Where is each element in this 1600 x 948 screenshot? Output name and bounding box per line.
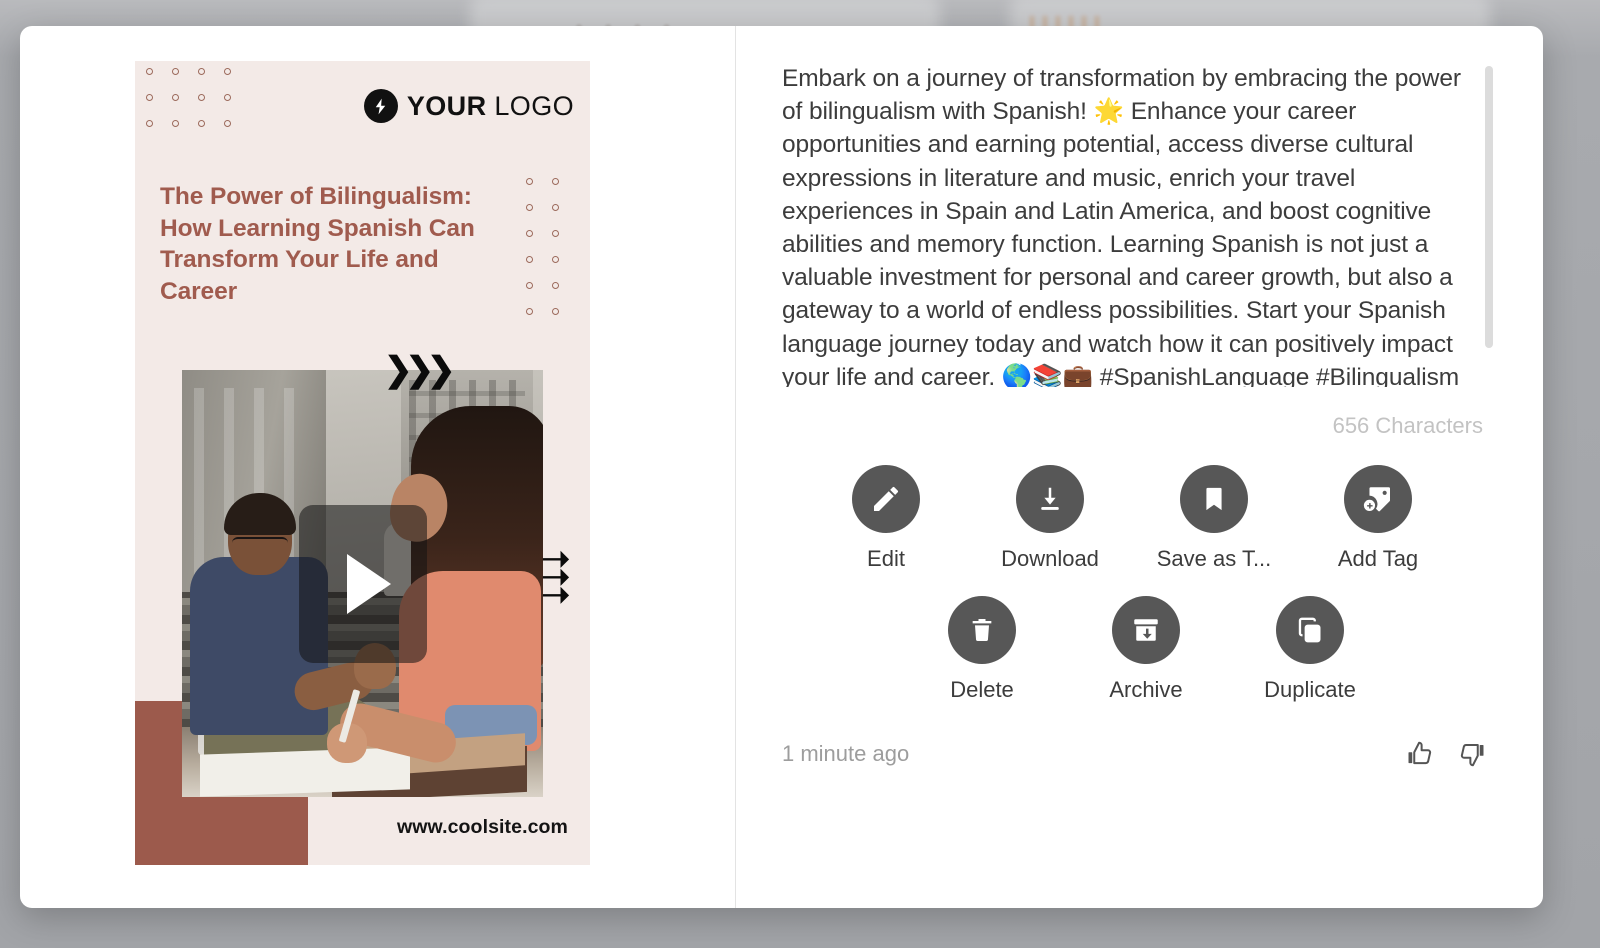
chevrons-down-decoration: ➝ ➝ ➝: [541, 540, 571, 614]
delete-button[interactable]: Delete: [934, 596, 1030, 703]
dot-grid-top-left-decoration: [146, 68, 250, 146]
play-icon: [346, 553, 391, 614]
download-button-label: Download: [1001, 546, 1099, 571]
pencil-icon: [852, 465, 920, 533]
caption-scrollbar-thumb[interactable]: [1485, 66, 1493, 348]
poster-headline: The Power of Bilingualism: How Learning …: [160, 183, 475, 305]
delete-button-label: Delete: [950, 677, 1014, 702]
feedback-controls: [1405, 739, 1487, 769]
bolt-circle-icon: [363, 89, 398, 123]
edit-button[interactable]: Edit: [838, 465, 934, 572]
logo-bold-word: YOUR: [406, 90, 487, 121]
download-icon: [1016, 465, 1084, 533]
dot-grid-right-decoration: [526, 178, 578, 334]
action-buttons-row-2: Delete Archive Duplicate: [782, 596, 1497, 703]
details-pane: Embark on a journey of transformation by…: [736, 26, 1543, 908]
add-tag-button[interactable]: Add Tag: [1330, 465, 1426, 572]
duplicate-button-label: Duplicate: [1264, 677, 1356, 702]
download-button[interactable]: Download: [1001, 465, 1099, 572]
poster-website-url: www.coolsite.com: [397, 816, 568, 838]
save-as-template-button[interactable]: Save as T...: [1157, 465, 1271, 572]
poster-creative: YOUR LOGO The Power of Bilingualism: How…: [135, 61, 590, 865]
footer-row: 1 minute ago: [782, 739, 1497, 769]
photo-paper: [200, 747, 410, 797]
poster-pane: YOUR LOGO The Power of Bilingualism: How…: [20, 26, 736, 908]
glasses-icon: [232, 537, 288, 549]
duplicate-icon: [1276, 596, 1344, 664]
trash-icon: [948, 596, 1016, 664]
caption-scrollbar-track[interactable]: [1485, 66, 1493, 383]
modal-body: YOUR LOGO The Power of Bilingualism: How…: [20, 26, 1543, 908]
thumbs-down-icon[interactable]: [1457, 739, 1487, 769]
logo-light-word: LOGO: [494, 90, 574, 121]
action-buttons-row-1: Edit Download Save as T... Add Tag: [782, 465, 1497, 572]
poster-video-thumbnail[interactable]: [182, 370, 543, 797]
thumbs-up-icon[interactable]: [1405, 739, 1435, 769]
character-count: 656 Characters: [1332, 413, 1483, 438]
save-as-template-button-label: Save as T...: [1156, 546, 1272, 571]
chevrons-right-decoration: ❯ ❯ ❯: [384, 351, 455, 389]
edit-button-label: Edit: [867, 546, 905, 571]
poster-logo-text: YOUR LOGO: [407, 91, 574, 122]
add-tag-button-label: Add Tag: [1337, 546, 1419, 571]
archive-button-label: Archive: [1109, 677, 1183, 702]
bookmark-icon: [1180, 465, 1248, 533]
archive-button[interactable]: Archive: [1098, 596, 1194, 703]
caption-text: Embark on a journey of transformation by…: [782, 65, 1461, 387]
archive-icon: [1112, 596, 1180, 664]
play-button[interactable]: [298, 504, 427, 663]
duplicate-button[interactable]: Duplicate: [1262, 596, 1358, 703]
poster-logo: YOUR LOGO: [363, 89, 574, 123]
timestamp: 1 minute ago: [782, 741, 910, 766]
content-preview-modal: YOUR LOGO The Power of Bilingualism: How…: [20, 26, 1543, 908]
add-tag-icon: [1344, 465, 1412, 533]
caption-scroll-area[interactable]: Embark on a journey of transformation by…: [782, 62, 1497, 387]
